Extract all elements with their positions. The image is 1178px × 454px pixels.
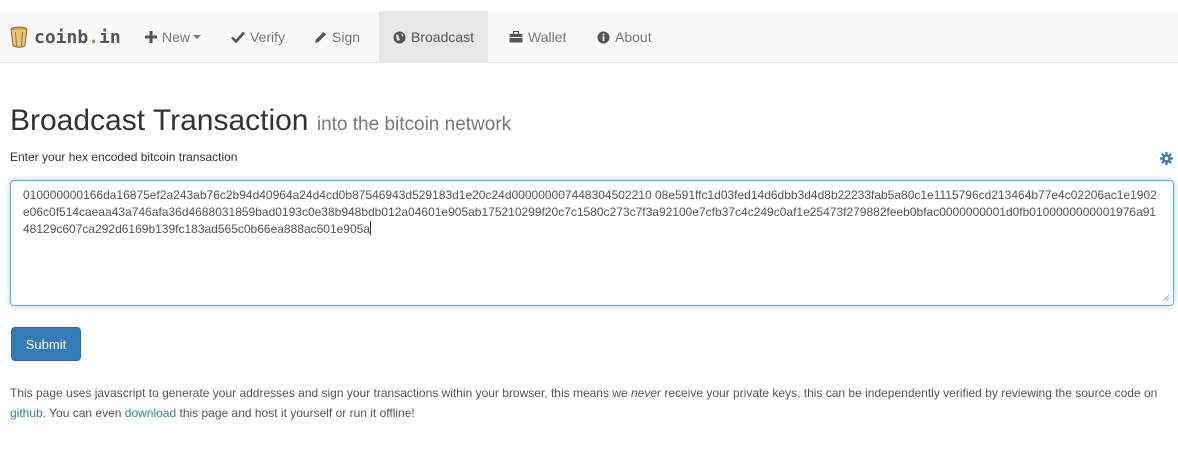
brand-name-part2: in bbox=[99, 26, 121, 48]
info-text-4: this page and host it yourself or run it… bbox=[176, 406, 415, 420]
nav-verify[interactable]: Verify bbox=[217, 11, 299, 63]
nav-broadcast-label: Broadcast bbox=[411, 29, 475, 45]
hex-field-label: Enter your hex encoded bitcoin transacti… bbox=[10, 150, 238, 164]
info-emphasis: never bbox=[630, 386, 662, 400]
nav-about-label: About bbox=[615, 29, 652, 45]
download-link[interactable]: download bbox=[125, 406, 176, 420]
brand-name-dot: . bbox=[88, 26, 100, 48]
nav-new-dropdown[interactable]: New bbox=[131, 11, 215, 63]
top-strip bbox=[0, 0, 1178, 11]
resize-grip-icon[interactable] bbox=[1162, 294, 1170, 302]
nav-sign-label: Sign bbox=[332, 29, 361, 45]
navbar: coinb. in New Verify Sign Broadcast Walle… bbox=[0, 11, 1178, 63]
info-paragraph: This page uses javascript to generate yo… bbox=[10, 383, 1170, 423]
info-icon bbox=[597, 31, 610, 44]
info-text-1: This page uses javascript to generate yo… bbox=[10, 386, 631, 400]
bucket-icon bbox=[10, 26, 28, 48]
nav-sign[interactable]: Sign bbox=[300, 11, 374, 63]
plus-icon bbox=[145, 31, 157, 43]
nav-verify-label: Verify bbox=[250, 29, 286, 45]
info-text-2: receive your private keys, this can be i… bbox=[661, 386, 1158, 400]
briefcase-icon bbox=[509, 31, 523, 43]
hex-transaction-textarea[interactable]: 010000000166da16875ef2a243ab76c2b94d4096… bbox=[10, 180, 1174, 306]
check-icon bbox=[231, 31, 245, 43]
nav-about[interactable]: About bbox=[583, 11, 666, 63]
github-link[interactable]: github bbox=[10, 406, 43, 420]
pencil-icon bbox=[314, 31, 327, 44]
page-subtitle: into the bitcoin network bbox=[316, 114, 512, 135]
brand-logo-link[interactable]: coinb. in bbox=[10, 11, 121, 63]
nav-wallet-label: Wallet bbox=[528, 29, 567, 45]
globe-icon bbox=[393, 31, 406, 44]
nav-broadcast[interactable]: Broadcast bbox=[379, 11, 488, 63]
brand-name-part1: coinb bbox=[34, 26, 89, 48]
info-text-3: . You can even bbox=[42, 406, 125, 420]
text-cursor bbox=[370, 221, 372, 235]
page-title: Broadcast Transaction into the bitcoin n… bbox=[10, 104, 511, 138]
caret-down-icon bbox=[193, 35, 202, 39]
nav-wallet[interactable]: Wallet bbox=[495, 11, 580, 63]
submit-button[interactable]: Submit bbox=[11, 327, 81, 361]
hex-transaction-value: 010000000166da16875ef2a243ab76c2b94d4096… bbox=[23, 188, 1157, 236]
page-title-text: Broadcast Transaction bbox=[10, 104, 309, 137]
gear-icon[interactable] bbox=[1160, 152, 1173, 165]
nav-new-label: New bbox=[162, 29, 191, 45]
